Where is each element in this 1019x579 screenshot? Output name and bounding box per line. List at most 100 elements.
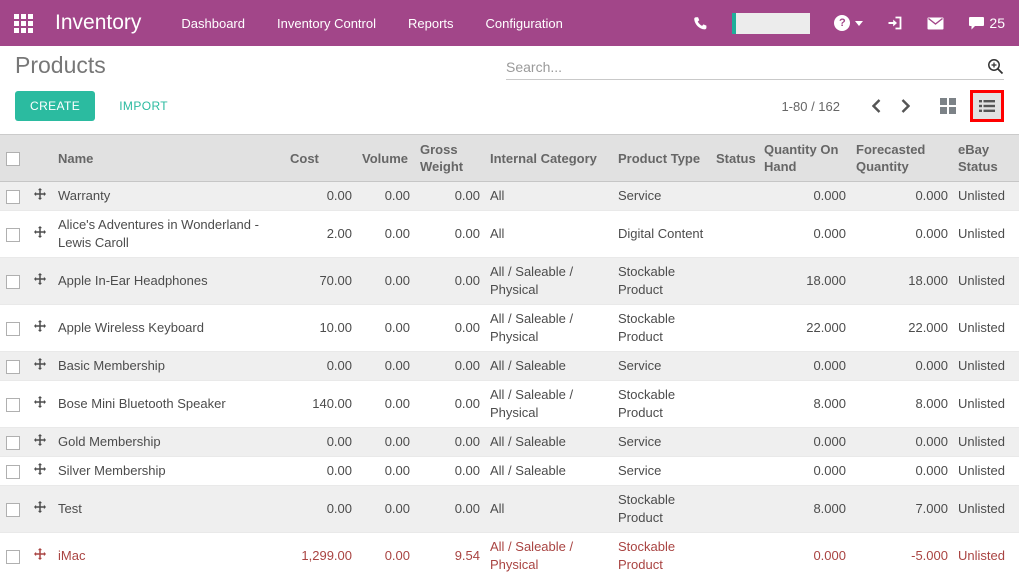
import-button[interactable]: IMPORT — [113, 98, 174, 114]
table-row[interactable]: Gold Membership 0.00 0.00 0.00 All / Sal… — [0, 428, 1019, 457]
table-row[interactable]: Bose Mini Bluetooth Speaker 140.00 0.00 … — [0, 381, 1019, 428]
row-handle-cell — [26, 211, 54, 258]
top-navbar: Inventory Dashboard Inventory Control Re… — [0, 0, 1019, 46]
header-name[interactable]: Name — [54, 135, 286, 182]
header-ebay-status[interactable]: eBay Status — [954, 135, 1019, 182]
drag-handle-icon[interactable] — [34, 358, 46, 370]
view-switcher — [934, 90, 1004, 122]
cell-forecasted-quantity: 8.000 — [852, 381, 954, 428]
pager-range[interactable]: 1-80 / 162 — [781, 99, 840, 114]
menu-inventory-control[interactable]: Inventory Control — [277, 16, 376, 31]
mail-icon[interactable] — [927, 17, 944, 30]
table-row[interactable]: iMac 1,299.00 0.00 9.54 All / Saleable /… — [0, 533, 1019, 579]
product-table-body: Warranty 0.00 0.00 0.00 All Service 0.00… — [0, 182, 1019, 579]
cell-ebay-status: Unlisted — [954, 305, 1019, 352]
row-checkbox[interactable] — [6, 228, 20, 242]
row-select-cell — [0, 352, 26, 381]
cell-status — [712, 457, 760, 486]
cell-forecasted-quantity: 0.000 — [852, 457, 954, 486]
cell-quantity-on-hand: 0.000 — [760, 457, 852, 486]
search-advanced-icon[interactable] — [987, 58, 1004, 75]
cell-quantity-on-hand: 18.000 — [760, 258, 852, 305]
row-checkbox[interactable] — [6, 322, 20, 336]
drag-handle-icon[interactable] — [34, 396, 46, 408]
cell-product-type: Service — [614, 182, 712, 211]
cell-volume: 0.00 — [358, 428, 416, 457]
row-handle-cell — [26, 352, 54, 381]
apps-grid-icon[interactable] — [14, 14, 33, 33]
cell-name: Apple In-Ear Headphones — [54, 258, 286, 305]
cell-cost: 0.00 — [286, 182, 358, 211]
header-internal-category[interactable]: Internal Category — [486, 135, 614, 182]
cell-status — [712, 381, 760, 428]
cell-cost: 0.00 — [286, 457, 358, 486]
cell-volume: 0.00 — [358, 486, 416, 533]
table-header-row: Name Cost Volume Gross Weight Internal C… — [0, 135, 1019, 182]
cell-ebay-status: Unlisted — [954, 428, 1019, 457]
table-row[interactable]: Test 0.00 0.00 0.00 All Stockable Produc… — [0, 486, 1019, 533]
cell-quantity-on-hand: 22.000 — [760, 305, 852, 352]
row-select-cell — [0, 457, 26, 486]
cell-name: Test — [54, 486, 286, 533]
table-row[interactable]: Apple Wireless Keyboard 10.00 0.00 0.00 … — [0, 305, 1019, 352]
menu-configuration[interactable]: Configuration — [486, 16, 563, 31]
drag-handle-icon[interactable] — [34, 320, 46, 332]
cell-internal-category: All — [486, 486, 614, 533]
cell-internal-category: All / Saleable — [486, 352, 614, 381]
drag-handle-icon[interactable] — [34, 548, 46, 560]
header-forecasted-quantity[interactable]: Forecasted Quantity — [852, 135, 954, 182]
create-button[interactable]: CREATE — [15, 91, 95, 121]
row-checkbox[interactable] — [6, 436, 20, 450]
cell-ebay-status: Unlisted — [954, 211, 1019, 258]
drag-handle-icon[interactable] — [34, 501, 46, 513]
cell-forecasted-quantity: -5.000 — [852, 533, 954, 579]
row-checkbox[interactable] — [6, 190, 20, 204]
row-checkbox[interactable] — [6, 275, 20, 289]
table-row[interactable]: Silver Membership 0.00 0.00 0.00 All / S… — [0, 457, 1019, 486]
row-checkbox[interactable] — [6, 360, 20, 374]
table-row[interactable]: Warranty 0.00 0.00 0.00 All Service 0.00… — [0, 182, 1019, 211]
cell-internal-category: All / Saleable — [486, 457, 614, 486]
cell-product-type: Stockable Product — [614, 305, 712, 352]
menu-reports[interactable]: Reports — [408, 16, 454, 31]
select-all-checkbox[interactable] — [6, 152, 20, 166]
drag-handle-icon[interactable] — [34, 463, 46, 475]
sign-in-icon[interactable] — [887, 15, 903, 31]
header-volume[interactable]: Volume — [358, 135, 416, 182]
row-select-cell — [0, 533, 26, 579]
cell-product-type: Stockable Product — [614, 533, 712, 579]
cell-gross-weight: 0.00 — [416, 428, 486, 457]
header-product-type[interactable]: Product Type — [614, 135, 712, 182]
drag-handle-icon[interactable] — [34, 434, 46, 446]
drag-handle-icon[interactable] — [34, 273, 46, 285]
chat-menu[interactable]: 25 — [968, 15, 1005, 31]
help-menu[interactable]: ? — [834, 15, 863, 31]
control-panel: Products CREATE IMPORT 1-80 / 162 — [0, 46, 1019, 122]
header-gross-weight[interactable]: Gross Weight — [416, 135, 486, 182]
user-menu[interactable] — [732, 13, 810, 34]
header-status[interactable]: Status — [712, 135, 760, 182]
header-quantity-on-hand[interactable]: Quantity On Hand — [760, 135, 852, 182]
pager-next-button[interactable] — [891, 99, 920, 113]
cell-ebay-status: Unlisted — [954, 486, 1019, 533]
row-checkbox[interactable] — [6, 465, 20, 479]
table-row[interactable]: Basic Membership 0.00 0.00 0.00 All / Sa… — [0, 352, 1019, 381]
kanban-icon — [940, 98, 956, 114]
list-view-button[interactable] — [973, 93, 1001, 119]
app-title[interactable]: Inventory — [55, 11, 141, 35]
search-input[interactable] — [506, 59, 987, 75]
table-row[interactable]: Apple In-Ear Headphones 70.00 0.00 0.00 … — [0, 258, 1019, 305]
drag-handle-icon[interactable] — [34, 188, 46, 200]
kanban-view-button[interactable] — [934, 93, 962, 119]
header-cost[interactable]: Cost — [286, 135, 358, 182]
phone-icon[interactable] — [693, 16, 708, 31]
menu-dashboard[interactable]: Dashboard — [181, 16, 245, 31]
pager-previous-button[interactable] — [862, 99, 891, 113]
row-checkbox[interactable] — [6, 550, 20, 564]
cell-name: Gold Membership — [54, 428, 286, 457]
row-checkbox[interactable] — [6, 503, 20, 517]
drag-handle-icon[interactable] — [34, 226, 46, 238]
table-row[interactable]: Alice's Adventures in Wonderland - Lewis… — [0, 211, 1019, 258]
cell-cost: 0.00 — [286, 486, 358, 533]
row-checkbox[interactable] — [6, 398, 20, 412]
